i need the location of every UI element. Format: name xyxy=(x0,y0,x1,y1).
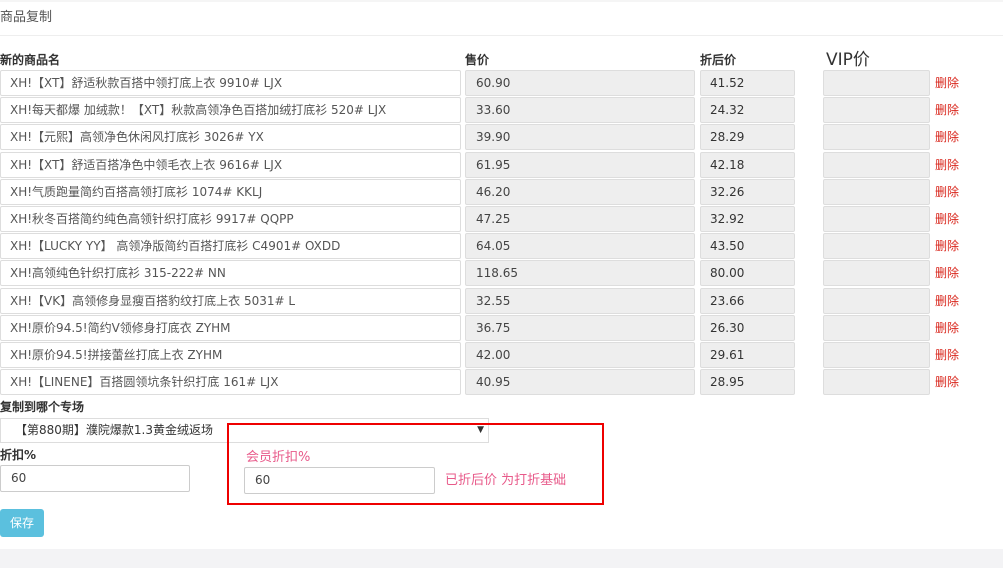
member-discount-input[interactable]: 60 xyxy=(244,467,435,494)
delete-link[interactable]: 删除 xyxy=(935,210,959,227)
discount-price-field: 28.29 xyxy=(700,124,795,151)
product-name-input[interactable]: XH!【LUCKY YY】 高领净版简约百搭打底衫 C4901# OXDD xyxy=(0,233,461,260)
product-name-input[interactable]: XH!秋冬百搭简约纯色高领针织打底衫 9917# QQPP xyxy=(0,206,461,232)
discount-price-field: 23.66 xyxy=(700,287,795,314)
discount-price-field: 29.61 xyxy=(700,342,795,368)
copy-to-selected: 【第880期】濮院爆款1.3黄金绒返场 xyxy=(15,423,213,437)
price-field: 40.95 xyxy=(465,369,695,396)
member-discount-note: 已折后价 为打折基础 xyxy=(445,473,567,488)
vip-price-field xyxy=(823,233,930,260)
product-name-input[interactable]: XH!原价94.5!拼接蕾丝打底上衣 ZYHM xyxy=(0,342,461,368)
discount-input[interactable]: 60 xyxy=(0,465,190,492)
delete-link[interactable]: 删除 xyxy=(935,373,959,390)
vip-price-field xyxy=(823,287,930,314)
table-row: XH!秋冬百搭简约纯色高领针织打底衫 9917# QQPP 47.25 32.92 删… xyxy=(0,206,1003,233)
price-field: 32.55 xyxy=(465,287,695,314)
price-field: 118.65 xyxy=(465,260,695,287)
vip-price-field xyxy=(823,151,930,178)
discount-label: 折扣% xyxy=(0,448,37,462)
header-name: 新的商品名 xyxy=(0,53,61,67)
member-discount-label: 会员折扣% xyxy=(246,450,311,465)
table-row: XH!【XT】舒适百搭净色中领毛衣上衣 9616# LJX 61.95 42.18 删… xyxy=(0,151,1003,179)
product-name-input[interactable]: XH!【元熙】高领净色休闲风打底衫 3026# YX xyxy=(0,124,461,151)
table-row: XH!【LUCKY YY】 高领净版简约百搭打底衫 C4901# OXDD 64.… xyxy=(0,233,1003,260)
price-field: 36.75 xyxy=(465,314,695,341)
product-name-input[interactable]: XH!原价94.5!简约V领修身打底衣 ZYHM xyxy=(0,314,461,341)
price-field: 61.95 xyxy=(465,151,695,178)
vip-price-field xyxy=(823,178,930,205)
header-vip: VIP价 xyxy=(826,50,870,70)
delete-link[interactable]: 删除 xyxy=(935,101,959,118)
discount-price-field: 41.52 xyxy=(700,70,795,96)
price-field: 46.20 xyxy=(465,178,695,205)
panel-title: 商品复制 xyxy=(0,0,1003,36)
discount-price-field: 32.26 xyxy=(700,178,795,205)
discount-price-field: 32.92 xyxy=(700,206,795,232)
delete-link[interactable]: 删除 xyxy=(935,319,959,336)
discount-price-field: 42.18 xyxy=(700,151,795,178)
product-name-input[interactable]: XH!【XT】舒适百搭净色中领毛衣上衣 9616# LJX xyxy=(0,151,461,178)
product-name-input[interactable]: XH!【XT】舒适秋款百搭中领打底上衣 9910# LJX xyxy=(0,70,461,96)
product-name-input[interactable]: XH!【LINENE】百搭圆领坑条针织打底 161# LJX xyxy=(0,369,461,396)
delete-link[interactable]: 删除 xyxy=(935,74,959,91)
price-field: 60.90 xyxy=(465,70,695,96)
discount-price-field: 80.00 xyxy=(700,260,795,287)
table-row: XH!高领纯色针织打底衫 315-222# NN 118.65 80.00 删除 xyxy=(0,260,1003,287)
delete-link[interactable]: 删除 xyxy=(935,292,959,309)
table-row: XH!原价94.5!拼接蕾丝打底上衣 ZYHM 42.00 29.61 删除 xyxy=(0,342,1003,369)
price-field: 39.90 xyxy=(465,124,695,151)
footer-bar xyxy=(0,549,1003,568)
delete-link[interactable]: 删除 xyxy=(935,264,959,281)
vip-price-field xyxy=(823,314,930,341)
price-field: 64.05 xyxy=(465,233,695,260)
price-field: 47.25 xyxy=(465,206,695,232)
product-name-input[interactable]: XH!每天都爆 加绒款！【XT】秋款高领净色百搭加绒打底衫 520# LJX xyxy=(0,97,461,124)
product-name-input[interactable]: XH!【VK】高领修身显瘦百搭豹纹打底上衣 5031# L xyxy=(0,287,461,314)
delete-link[interactable]: 删除 xyxy=(935,183,959,200)
delete-link[interactable]: 删除 xyxy=(935,237,959,254)
vip-price-field xyxy=(823,260,930,287)
delete-link[interactable]: 删除 xyxy=(935,346,959,363)
table-row: XH!原价94.5!简约V领修身打底衣 ZYHM 36.75 26.30 删除 xyxy=(0,314,1003,342)
product-name-input[interactable]: XH!气质跑量简约百搭高领打底衫 1074# KKLJ xyxy=(0,178,461,205)
copy-to-label: 复制到哪个专场 xyxy=(0,400,85,414)
save-button[interactable]: 保存 xyxy=(0,509,44,537)
discount-price-field: 26.30 xyxy=(700,314,795,341)
discount-price-field: 28.95 xyxy=(700,369,795,396)
table-row: XH!【LINENE】百搭圆领坑条针织打底 161# LJX 40.95 28.95… xyxy=(0,369,1003,396)
header-discount: 折后价 xyxy=(700,53,737,67)
table-row: XH!每天都爆 加绒款！【XT】秋款高领净色百搭加绒打底衫 520# LJX 33… xyxy=(0,97,1003,124)
vip-price-field xyxy=(823,124,930,151)
table-row: XH!【XT】舒适秋款百搭中领打底上衣 9910# LJX 60.90 41.52 删… xyxy=(0,70,1003,97)
discount-price-field: 24.32 xyxy=(700,97,795,124)
price-field: 42.00 xyxy=(465,342,695,368)
table-row: XH!气质跑量简约百搭高领打底衫 1074# KKLJ 46.20 32.26 删除 xyxy=(0,178,1003,206)
product-name-input[interactable]: XH!高领纯色针织打底衫 315-222# NN xyxy=(0,260,461,287)
delete-link[interactable]: 删除 xyxy=(935,128,959,145)
delete-link[interactable]: 删除 xyxy=(935,156,959,173)
vip-price-field xyxy=(823,70,930,96)
table-row: XH!【元熙】高领净色休闲风打底衫 3026# YX 39.90 28.29 删除 xyxy=(0,124,1003,151)
table-row: XH!【VK】高领修身显瘦百搭豹纹打底上衣 5031# L 32.55 23.66 删… xyxy=(0,287,1003,315)
price-field: 33.60 xyxy=(465,97,695,124)
vip-price-field xyxy=(823,97,930,124)
vip-price-field xyxy=(823,206,930,232)
vip-price-field xyxy=(823,369,930,396)
header-price: 售价 xyxy=(465,53,490,67)
discount-price-field: 43.50 xyxy=(700,233,795,260)
vip-price-field xyxy=(823,342,930,368)
